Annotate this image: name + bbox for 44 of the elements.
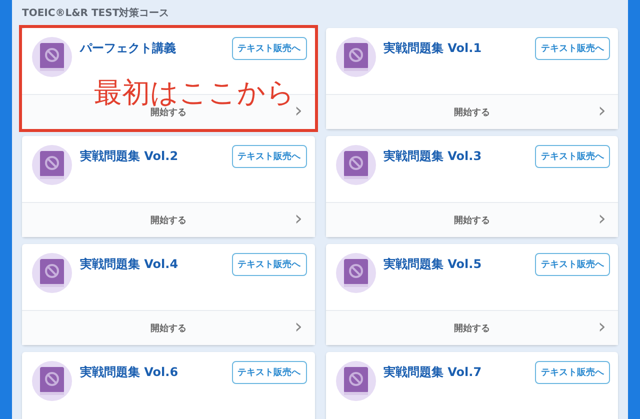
text-shop-button[interactable]: テキスト販売へ: [232, 145, 306, 168]
start-link[interactable]: 開始する: [454, 106, 490, 118]
course-card[interactable]: 実戦問題集 Vol.4 テキスト販売へ 開始する ›: [22, 244, 314, 345]
course-card[interactable]: 実戦問題集 Vol.2 テキスト販売へ 開始する ›: [22, 136, 314, 237]
course-title: 実戦問題集 Vol.6: [80, 364, 180, 381]
start-link[interactable]: 開始する: [454, 322, 490, 334]
book-icon: [336, 145, 376, 185]
start-link[interactable]: 開始する: [150, 322, 186, 334]
book-icon: [32, 361, 72, 401]
book-icon: [336, 37, 376, 77]
chevron-icon: ›: [598, 206, 606, 230]
text-shop-button[interactable]: テキスト販売へ: [535, 37, 610, 60]
book-icon: [336, 361, 376, 401]
course-title: 実戦問題集 Vol.3: [384, 148, 483, 165]
book-icon: [336, 253, 376, 293]
text-shop-button[interactable]: テキスト販売へ: [232, 253, 306, 276]
chevron-icon: ›: [598, 314, 606, 338]
chevron-icon: ›: [294, 314, 302, 338]
course-card[interactable]: 実戦問題集 Vol.3 テキスト販売へ 開始する ›: [326, 136, 618, 237]
course-title: 実戦問題集 Vol.4: [80, 256, 180, 273]
course-card[interactable]: 実戦問題集 Vol.7 テキスト販売へ: [326, 352, 618, 419]
text-shop-button[interactable]: テキスト販売へ: [535, 253, 610, 276]
chevron-icon: ›: [294, 206, 302, 230]
book-icon: [32, 253, 72, 293]
text-shop-button[interactable]: テキスト販売へ: [535, 361, 610, 384]
start-link[interactable]: 開始する: [454, 214, 490, 226]
start-link[interactable]: 開始する: [150, 214, 186, 226]
text-shop-button[interactable]: テキスト販売へ: [232, 37, 306, 60]
course-title: 実戦問題集 Vol.7: [384, 364, 483, 381]
chevron-icon: ›: [598, 98, 606, 122]
course-title: パーフェクト講義: [80, 40, 177, 57]
start-link[interactable]: 開始する: [150, 106, 186, 118]
course-card[interactable]: 実戦問題集 Vol.1 テキスト販売へ 開始する ›: [326, 28, 618, 129]
course-title: 実戦問題集 Vol.1: [384, 40, 483, 57]
course-card[interactable]: 実戦問題集 Vol.6 テキスト販売へ: [22, 352, 314, 419]
course-title: 実戦問題集 Vol.5: [384, 256, 483, 273]
course-title: 実戦問題集 Vol.2: [80, 148, 180, 165]
course-card[interactable]: 実戦問題集 Vol.5 テキスト販売へ 開始する ›: [326, 244, 618, 345]
section-title: TOEIC®L&R TEST対策コース: [22, 6, 170, 21]
text-shop-button[interactable]: テキスト販売へ: [535, 145, 610, 168]
chevron-icon: ›: [294, 98, 302, 122]
text-shop-button[interactable]: テキスト販売へ: [232, 361, 306, 384]
book-icon: [32, 37, 72, 77]
book-icon: [32, 145, 72, 185]
